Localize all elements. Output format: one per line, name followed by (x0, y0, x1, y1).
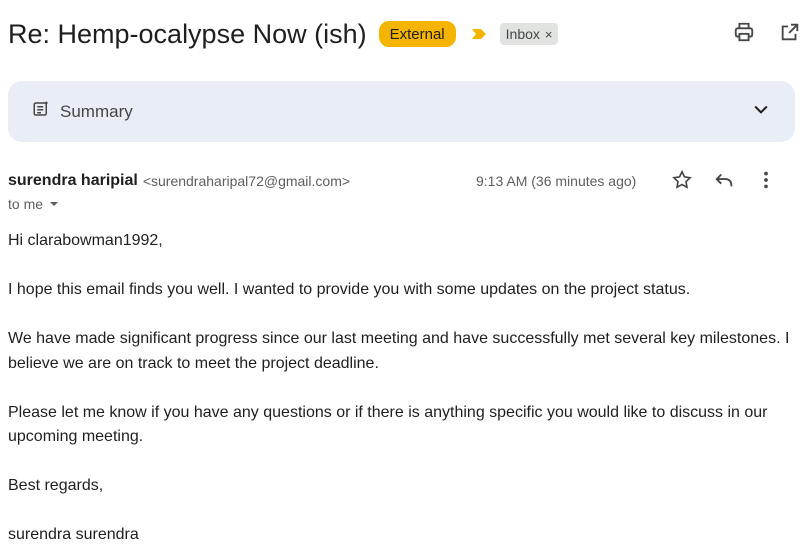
caret-down-icon (49, 196, 59, 212)
subject-header: Re: Hemp-ocalypse Now (ish) External Inb… (8, 14, 802, 54)
message-actions (670, 168, 778, 192)
summary-label: Summary (60, 101, 133, 121)
body-paragraph-2: We have made significant progress since … (8, 330, 790, 372)
print-icon[interactable] (732, 20, 756, 44)
more-vert-icon[interactable] (754, 168, 778, 192)
sender-row: surendra haripial <surendraharipal72@gma… (8, 168, 798, 192)
remove-label-button[interactable]: × (545, 27, 553, 42)
chevron-down-icon[interactable] (751, 99, 771, 124)
greeting: Hi clarabowman1992, (8, 232, 163, 249)
summary-icon (32, 100, 50, 123)
body-paragraph-3: Please let me know if you have any quest… (8, 403, 768, 446)
external-badge: External (378, 21, 456, 47)
star-icon[interactable] (670, 168, 694, 192)
closing: Best regards, (8, 477, 104, 494)
sender-name[interactable]: surendra haripial (8, 172, 138, 190)
body-paragraph-1: I hope this email finds you well. I want… (8, 281, 691, 298)
signature: surendra surendra (8, 526, 139, 543)
message-body: Hi clarabowman1992, I hope this email fi… (8, 229, 803, 548)
summary-panel[interactable]: Summary (8, 81, 795, 142)
inbox-label-text: Inbox (505, 26, 540, 42)
message-time: 9:13 AM (36 minutes ago) (476, 173, 637, 189)
inbox-label-chip[interactable]: Inbox × (499, 23, 559, 45)
subject-actions (732, 20, 802, 44)
reply-icon[interactable] (712, 168, 736, 192)
sender-email: <surendraharipal72@gmail.com> (142, 173, 351, 189)
email-subject: Re: Hemp-ocalypse Now (ish) (8, 18, 367, 49)
importance-marker-icon[interactable] (470, 27, 488, 41)
recipients-toggle[interactable]: to me (8, 196, 59, 212)
open-in-new-icon[interactable] (778, 20, 802, 44)
to-label: to me (8, 196, 44, 212)
